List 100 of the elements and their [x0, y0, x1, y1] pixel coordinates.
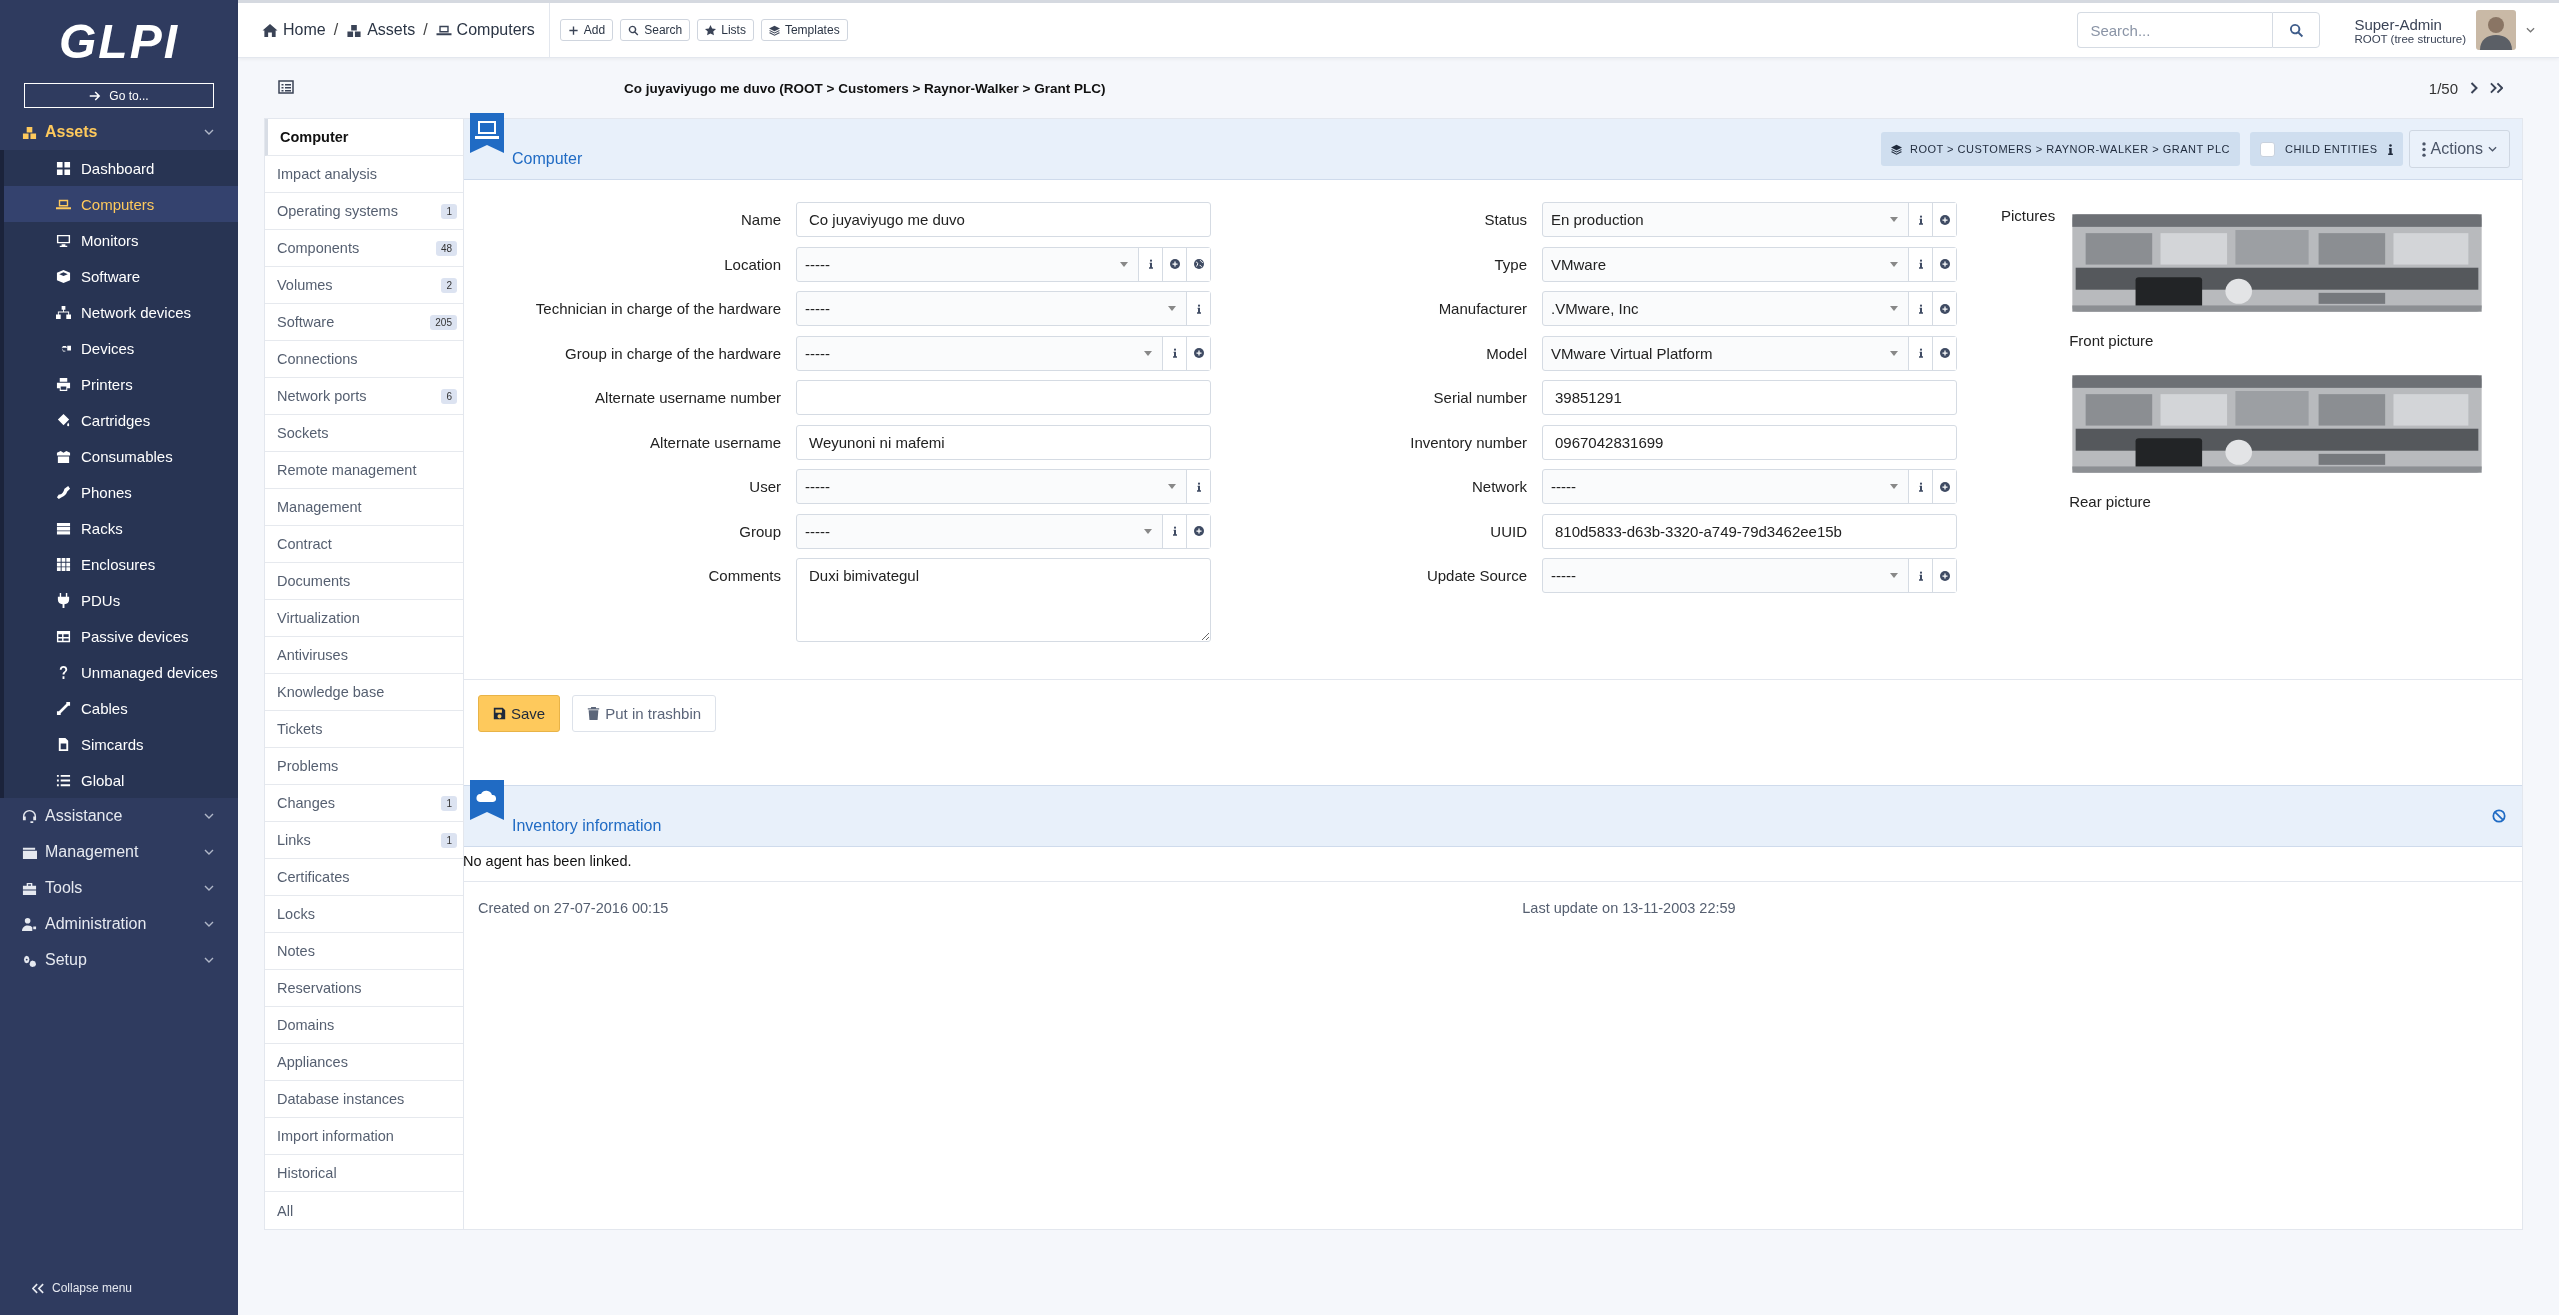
breadcrumb-link[interactable]: Computers: [435, 21, 535, 39]
add-button[interactable]: [1932, 247, 1956, 281]
go-to-button[interactable]: Go to...: [24, 83, 214, 108]
add-button[interactable]: [1186, 514, 1210, 548]
add-button[interactable]: [1932, 336, 1956, 370]
avatar[interactable]: [2476, 10, 2516, 50]
menu-section[interactable]: Assets: [0, 114, 238, 150]
tab[interactable]: Links 1: [265, 822, 463, 859]
menu-item[interactable]: Enclosures: [4, 546, 238, 582]
menu-item[interactable]: Phones: [4, 474, 238, 510]
toolbar-button[interactable]: Templates: [760, 19, 848, 41]
tab[interactable]: Antiviruses: [265, 637, 463, 674]
menu-section[interactable]: Tools: [0, 870, 238, 906]
info-button[interactable]: [1162, 336, 1186, 370]
menu-item[interactable]: Unmanaged devices: [4, 654, 238, 690]
menu-item[interactable]: Computers: [4, 186, 238, 222]
ban-icon[interactable]: [2492, 809, 2506, 823]
menu-section[interactable]: Setup: [0, 942, 238, 978]
tab[interactable]: Tickets: [265, 711, 463, 748]
tab[interactable]: Database instances: [265, 1081, 463, 1118]
tab[interactable]: Sockets: [265, 415, 463, 452]
text-field[interactable]: 0967042831699: [1542, 424, 1957, 460]
tab[interactable]: Locks: [265, 896, 463, 933]
tab[interactable]: Virtualization: [265, 600, 463, 637]
tab[interactable]: Volumes 2: [265, 267, 463, 304]
menu-section[interactable]: Administration: [0, 906, 238, 942]
menu-item[interactable]: Global: [4, 762, 238, 798]
logo[interactable]: GLPI: [59, 14, 179, 69]
tab[interactable]: Historical: [265, 1155, 463, 1192]
tab[interactable]: Import information: [265, 1118, 463, 1155]
checkbox[interactable]: [2259, 141, 2275, 157]
info-button[interactable]: [1162, 514, 1186, 548]
toolbar-button[interactable]: Search: [620, 19, 691, 41]
text-field[interactable]: 810d5833-d63b-3320-a749-79d3462ee15b: [1542, 513, 1957, 549]
tab[interactable]: Software 205: [265, 304, 463, 341]
tab[interactable]: Connections: [265, 341, 463, 378]
text-field[interactable]: 39851291: [1542, 380, 1957, 415]
menu-item[interactable]: PDUs: [4, 582, 238, 618]
tab[interactable]: Knowledge base: [265, 674, 463, 711]
info-button[interactable]: [1138, 247, 1162, 281]
menu-item[interactable]: Consumables: [4, 438, 238, 474]
collapse-menu-link[interactable]: Collapse menu: [0, 1281, 133, 1315]
tab[interactable]: Components 48: [265, 230, 463, 267]
tab[interactable]: Appliances: [265, 1044, 463, 1081]
info-button[interactable]: [1908, 559, 1932, 592]
info-button[interactable]: [1908, 292, 1932, 325]
menu-item[interactable]: Monitors: [4, 222, 238, 258]
tab[interactable]: Certificates: [265, 859, 463, 896]
info-button[interactable]: [1908, 336, 1932, 370]
info-button[interactable]: [1186, 292, 1210, 325]
menu-item[interactable]: Network devices: [4, 294, 238, 330]
add-button[interactable]: [1186, 336, 1210, 370]
save-button[interactable]: Save: [478, 695, 561, 732]
menu-section[interactable]: Assistance: [0, 798, 238, 834]
text-field[interactable]: Weyunoni ni mafemi: [796, 424, 1211, 460]
menu-item[interactable]: Cartridges: [4, 402, 238, 438]
search-field[interactable]: Search...: [2077, 12, 2273, 48]
add-button[interactable]: [1932, 203, 1956, 236]
search-button[interactable]: [2272, 12, 2321, 48]
tab[interactable]: Impact analysis: [265, 156, 463, 193]
menu-item[interactable]: Passive devices: [4, 618, 238, 654]
text-field[interactable]: Co juyaviyugo me duvo: [796, 202, 1211, 237]
tab[interactable]: Changes 1: [265, 785, 463, 822]
menu-item[interactable]: Software: [4, 258, 238, 294]
text-area[interactable]: Duxi bimivategul: [796, 558, 1211, 642]
globe-button[interactable]: [1186, 247, 1210, 281]
menu-item[interactable]: Simcards: [4, 726, 238, 762]
text-field[interactable]: [796, 380, 1211, 415]
info-button[interactable]: [1908, 203, 1932, 236]
breadcrumb-link[interactable]: Home: [262, 21, 326, 39]
toolbar-button[interactable]: Add: [559, 19, 614, 41]
menu-section[interactable]: Management: [0, 834, 238, 870]
menu-item[interactable]: Racks: [4, 510, 238, 546]
tab[interactable]: Documents: [265, 563, 463, 600]
menu-item[interactable]: Dashboard: [4, 150, 238, 186]
info-button[interactable]: [1186, 470, 1210, 503]
toolbar-button[interactable]: Lists: [697, 19, 754, 41]
add-button[interactable]: [1932, 292, 1956, 325]
trash-button[interactable]: Put in trashbin: [572, 695, 717, 732]
tab[interactable]: Contract: [265, 526, 463, 563]
tab[interactable]: Reservations: [265, 970, 463, 1007]
add-button[interactable]: [1162, 247, 1186, 281]
add-button[interactable]: [1932, 470, 1956, 503]
breadcrumb-link[interactable]: Assets: [346, 21, 416, 39]
tab[interactable]: Domains: [265, 1007, 463, 1044]
menu-item[interactable]: Cables: [4, 690, 238, 726]
tab[interactable]: Operating systems 1: [265, 193, 463, 230]
tab[interactable]: Network ports 6: [265, 378, 463, 415]
menu-item[interactable]: Printers: [4, 366, 238, 402]
last-button[interactable]: [2490, 82, 2503, 94]
tab[interactable]: Problems: [265, 748, 463, 785]
tab[interactable]: Management: [265, 489, 463, 526]
next-button[interactable]: [2470, 82, 2478, 94]
info-button[interactable]: [1908, 247, 1932, 281]
tab[interactable]: All: [265, 1192, 463, 1229]
tab[interactable]: Remote management: [265, 452, 463, 489]
tab[interactable]: Notes: [265, 933, 463, 970]
actions-button[interactable]: Actions: [2408, 130, 2510, 168]
add-button[interactable]: [1932, 559, 1956, 592]
info-button[interactable]: [1908, 470, 1932, 503]
